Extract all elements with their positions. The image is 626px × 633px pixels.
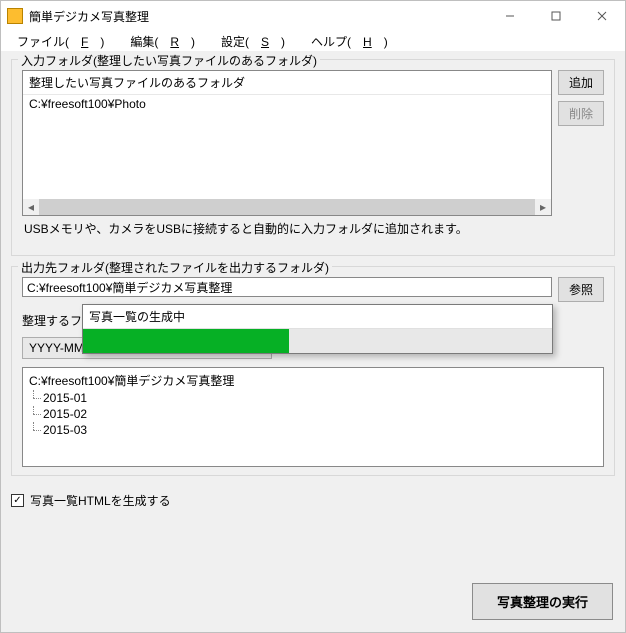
menu-file[interactable]: ファイル(F) [5, 31, 116, 52]
tree-root[interactable]: C:¥freesoft100¥簡単デジカメ写真整理 [29, 371, 597, 390]
window-controls [487, 1, 625, 31]
window-title: 簡単デジカメ写真整理 [29, 8, 487, 25]
scroll-right-icon[interactable]: ▸ [535, 199, 551, 215]
input-folder-legend: 入力フォルダ(整理したい写真ファイルのあるフォルダ) [18, 52, 320, 69]
output-folder-group: 出力先フォルダ(整理されたファイルを出力するフォルダ) 参照 整理するフォーマッ… [11, 266, 615, 476]
browse-button[interactable]: 参照 [558, 277, 604, 302]
list-item[interactable]: C:¥freesoft100¥Photo [29, 97, 545, 111]
tree-item[interactable]: 2015-01 [29, 390, 597, 406]
menu-settings[interactable]: 設定(S) [209, 31, 297, 52]
add-button[interactable]: 追加 [558, 70, 604, 95]
scroll-left-icon[interactable]: ◂ [23, 199, 39, 215]
close-button[interactable] [579, 1, 625, 31]
progress-fill [83, 329, 289, 353]
progress-bar [83, 329, 552, 353]
app-icon [7, 8, 23, 24]
execute-button[interactable]: 写真整理の実行 [472, 583, 613, 620]
footer: 写真整理の実行 [11, 577, 615, 622]
checkbox-icon: ✓ [11, 494, 24, 507]
maximize-button[interactable] [533, 1, 579, 31]
minimize-button[interactable] [487, 1, 533, 31]
horizontal-scrollbar[interactable]: ◂ ▸ [23, 199, 551, 215]
input-folder-list[interactable]: 整理したい写真ファイルのあるフォルダ C:¥freesoft100¥Photo … [22, 70, 552, 216]
tree-item[interactable]: 2015-02 [29, 406, 597, 422]
menu-help[interactable]: ヘルプ(H) [299, 31, 400, 52]
input-folder-hint: USBメモリや、カメラをUSBに接続すると自動的に入力フォルダに追加されます。 [24, 220, 604, 237]
tree-item[interactable]: 2015-03 [29, 422, 597, 438]
menubar: ファイル(F) 編集(R) 設定(S) ヘルプ(H) [1, 31, 625, 51]
remove-button[interactable]: 削除 [558, 101, 604, 126]
input-folder-list-header: 整理したい写真ファイルのあるフォルダ [23, 71, 551, 95]
progress-dialog: 写真一覧の生成中 [82, 304, 553, 354]
output-tree[interactable]: C:¥freesoft100¥簡単デジカメ写真整理 2015-01 2015-0… [22, 367, 604, 467]
menu-edit[interactable]: 編集(R) [118, 31, 207, 52]
titlebar: 簡単デジカメ写真整理 [1, 1, 625, 31]
generate-html-checkbox[interactable]: ✓ 写真一覧HTMLを生成する [11, 492, 615, 509]
checkbox-label: 写真一覧HTMLを生成する [30, 492, 171, 509]
output-path-input[interactable] [22, 277, 552, 297]
input-folder-group: 入力フォルダ(整理したい写真ファイルのあるフォルダ) 整理したい写真ファイルのあ… [11, 59, 615, 256]
format-value: YYYY-MM [29, 341, 84, 355]
progress-title: 写真一覧の生成中 [83, 305, 552, 329]
output-folder-legend: 出力先フォルダ(整理されたファイルを出力するフォルダ) [18, 259, 332, 276]
